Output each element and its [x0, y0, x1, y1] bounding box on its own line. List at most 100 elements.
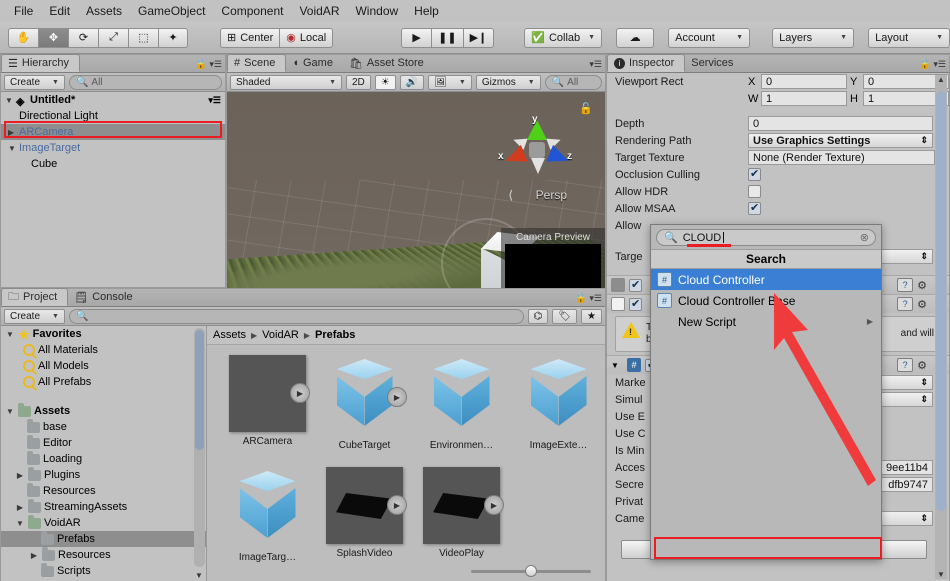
tab-hierarchy[interactable]: ☰ Hierarchy — [1, 54, 80, 72]
menu-item-gameobject[interactable]: GameObject — [130, 0, 213, 22]
tab-scene[interactable]: # Scene — [227, 54, 287, 72]
hierarchy-create-button[interactable]: Create ▼ — [4, 74, 65, 90]
favorite-button[interactable]: ★ — [581, 308, 602, 324]
project-tree-item-resources[interactable]: Resources — [1, 482, 206, 499]
transform-tool-button[interactable]: ✦ — [158, 27, 188, 48]
panel-menu-icon[interactable]: ▾☰ — [589, 293, 602, 304]
breadcrumb-item-voidar[interactable]: VoidAR — [262, 329, 299, 341]
scene-viewport[interactable]: 🔓 y x z ⟨ Persp Camera Preview — [227, 92, 605, 288]
scene-lock-icon[interactable]: 🔓 — [579, 102, 593, 115]
panel-menu-icon[interactable]: ▾☰ — [589, 59, 602, 70]
menu-item-window[interactable]: Window — [347, 0, 406, 22]
hierarchy-item-directional-light[interactable]: Directional Light — [1, 108, 225, 124]
filter-by-label-button[interactable]: 🏷 — [552, 308, 578, 324]
tab-asset-store[interactable]: 🛍 Asset Store — [343, 54, 434, 72]
scrollbar-thumb[interactable] — [195, 330, 204, 450]
lock-icon[interactable]: 🔒 — [575, 293, 587, 304]
tab-services[interactable]: Services — [685, 54, 743, 72]
viewport-w-input[interactable]: 1 — [761, 91, 847, 106]
play-button[interactable]: ▶ — [401, 27, 432, 48]
project-tree-scrollbar[interactable]: ▼ — [194, 328, 205, 580]
scene-audio-toggle[interactable]: 🔊 — [399, 74, 425, 90]
help-icon[interactable]: ? — [897, 278, 914, 292]
scene-orientation-gizmo[interactable]: y x z — [498, 114, 572, 182]
chevron-down-icon[interactable]: ▼ — [937, 570, 945, 579]
projection-mode-label[interactable]: Persp — [536, 188, 567, 202]
help-icon[interactable]: ? — [897, 297, 914, 311]
project-tree-item-voidar[interactable]: ▼ VoidAR — [1, 514, 206, 531]
rect-tool-button[interactable]: ⬚ — [128, 27, 158, 48]
project-tree-item-all-materials[interactable]: All Materials — [1, 342, 206, 358]
allow-hdr-checkbox[interactable] — [748, 185, 761, 198]
scene-2d-toggle[interactable]: 2D — [346, 74, 371, 90]
target-texture-objectfield[interactable]: None (Render Texture) — [748, 150, 935, 165]
depth-input[interactable]: 0 — [748, 116, 933, 131]
hand-tool-button[interactable]: ✋ — [8, 27, 38, 48]
project-tree-item-voidar-resources[interactable]: ▶ Resources — [1, 546, 206, 563]
scene-search-input[interactable]: 🔍 All — [544, 74, 602, 90]
clear-search-icon[interactable]: ⊗ — [860, 231, 869, 244]
project-tree-item-loading[interactable]: Loading — [1, 450, 206, 467]
chevron-down-icon[interactable]: ▼ — [5, 96, 16, 105]
project-tree-item-scripts[interactable]: Scripts — [1, 562, 206, 579]
project-tree-item-prefabs[interactable]: Prefabs — [1, 530, 206, 547]
component-enabled-checkbox[interactable] — [629, 278, 642, 292]
search-result-new-script[interactable]: New Script ▶ — [651, 311, 881, 332]
search-result-cloud-controller[interactable]: # Cloud Controller — [651, 269, 881, 290]
project-tree-item-all-models[interactable]: All Models — [1, 358, 206, 374]
project-tree-item-favorites[interactable]: ▼ ★ Favorites — [1, 326, 206, 342]
breadcrumb-item-prefabs[interactable]: Prefabs — [315, 329, 355, 341]
menu-item-edit[interactable]: Edit — [41, 0, 78, 22]
gear-icon[interactable]: ⚙ — [917, 359, 927, 372]
hierarchy-search-input[interactable]: 🔍 All — [68, 74, 222, 90]
chevron-down-icon[interactable]: ▼ — [195, 571, 203, 580]
project-tree-item-all-prefabs[interactable]: All Prefabs — [1, 374, 206, 390]
move-tool-button[interactable]: ✥ — [38, 27, 68, 48]
component-enabled-checkbox[interactable] — [629, 297, 642, 311]
gear-icon[interactable]: ⚙ — [917, 298, 927, 311]
chevron-down-icon[interactable]: ▼ — [15, 519, 25, 528]
layout-button[interactable]: Layout ▼ — [868, 27, 950, 48]
search-result-cloud-controller-base[interactable]: # Cloud Controller Base — [651, 290, 881, 311]
menu-item-voidar[interactable]: VoidAR — [291, 0, 347, 22]
hierarchy-item-arcamera[interactable]: ▶ ARCamera — [1, 124, 225, 140]
scene-menu-icon[interactable]: ▾☰ — [208, 95, 221, 106]
asset-item-cubetarget[interactable]: ▶ CubeTarget — [318, 355, 411, 451]
asset-grid-zoom-slider[interactable] — [471, 565, 591, 577]
asset-item-videoplay[interactable]: ▶ VideoPlay — [415, 467, 508, 563]
chevron-right-icon[interactable]: ▶ — [15, 471, 25, 480]
scale-tool-button[interactable]: ⤢ — [98, 27, 128, 48]
account-button[interactable]: Account ▼ — [668, 27, 751, 48]
tab-console[interactable]: 🗒 Console — [68, 288, 142, 306]
rendering-path-dropdown[interactable]: Use Graphics Settings ⇕ — [748, 133, 933, 148]
pause-button[interactable]: ❚❚ — [431, 27, 463, 48]
chevron-right-icon[interactable]: ▶ — [8, 128, 19, 137]
scrollbar-thumb[interactable] — [936, 91, 946, 511]
project-create-button[interactable]: Create ▼ — [4, 308, 65, 324]
project-search-input[interactable]: 🔍 — [68, 308, 524, 324]
asset-item-environment[interactable]: Environmen… — [415, 355, 508, 451]
chevron-right-icon[interactable]: ▶ — [29, 551, 39, 560]
chevron-up-icon[interactable]: ▲ — [937, 75, 945, 84]
project-tree-item-assets[interactable]: ▼ Assets — [1, 402, 206, 419]
chevron-down-icon[interactable]: ▼ — [8, 144, 19, 153]
breadcrumb-item-assets[interactable]: Assets — [213, 329, 246, 341]
component-search-input[interactable]: 🔍 CLOUD ⊗ — [656, 229, 876, 247]
project-tree-item-editor[interactable]: Editor — [1, 434, 206, 451]
menu-item-help[interactable]: Help — [406, 0, 447, 22]
filter-by-type-button[interactable]: ⌬ — [527, 308, 549, 324]
tab-project[interactable]: 🗀 Project — [1, 288, 69, 306]
asset-item-splashvideo[interactable]: ▶ SplashVideo — [318, 467, 411, 563]
asset-item-arcamera[interactable]: ▶ ARCamera — [221, 355, 314, 451]
asset-item-imagetarget[interactable]: ImageTarg… — [221, 467, 314, 563]
project-tree-item-base[interactable]: base — [1, 418, 206, 435]
chevron-down-icon[interactable]: ▼ — [5, 407, 15, 416]
asset-grid-area[interactable]: ▶ ARCamera ▶ CubeTarget Environmen… Imag… — [207, 344, 605, 581]
pivot-rotation-button[interactable]: ◉ Local — [279, 27, 334, 48]
hierarchy-scene-row[interactable]: ▼ ◈ Untitled* ▾☰ — [1, 92, 225, 108]
chevron-down-icon[interactable]: ▼ — [611, 361, 623, 370]
scene-draw-mode-dropdown[interactable]: Shaded ▼ — [230, 74, 342, 90]
project-tree-item-streamingassets[interactable]: ▶ StreamingAssets — [1, 498, 206, 515]
hierarchy-item-cube[interactable]: Cube — [1, 156, 225, 172]
scene-lighting-toggle[interactable]: ☀ — [374, 74, 396, 90]
